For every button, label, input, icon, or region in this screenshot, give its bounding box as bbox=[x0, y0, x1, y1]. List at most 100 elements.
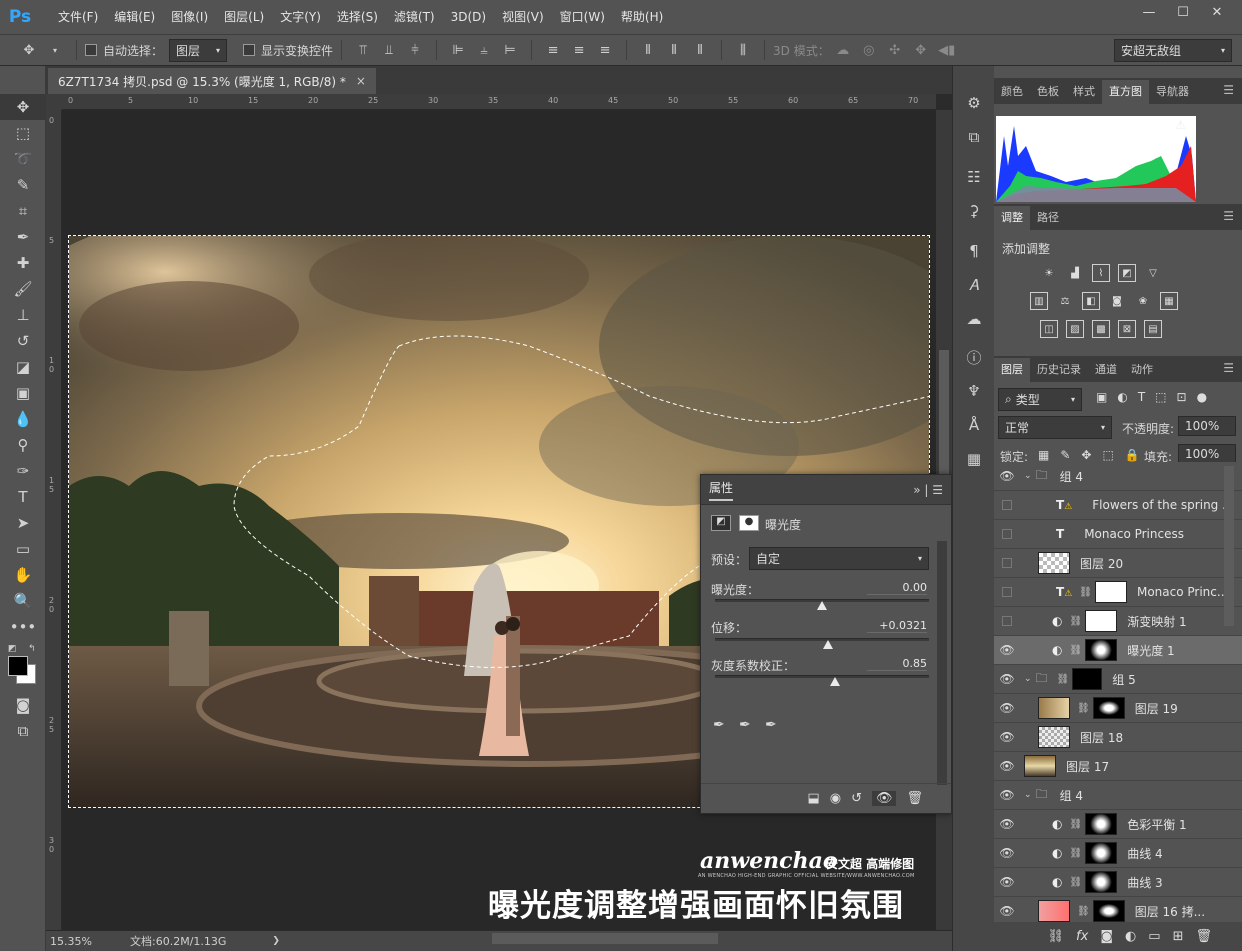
link-icon[interactable]: ⛓ bbox=[1069, 616, 1082, 627]
layer-row[interactable]: 👁 图层 17 bbox=[994, 752, 1242, 781]
panel-tab[interactable]: 样式 bbox=[1066, 80, 1102, 104]
layer-row[interactable]: 👁 ⌄ 🗀 组 4 bbox=[994, 462, 1242, 491]
view-previous-icon[interactable]: ◉ bbox=[830, 791, 841, 806]
link-icon[interactable]: ⛓ bbox=[1077, 906, 1090, 917]
distribute-right-icon[interactable]: ⦀ bbox=[691, 41, 709, 59]
eyedropper-black-icon[interactable]: ✒ bbox=[713, 717, 725, 733]
eyedropper-white-icon[interactable]: ✒ bbox=[765, 717, 777, 733]
eye-icon[interactable]: 👁 bbox=[994, 672, 1020, 686]
color-balance-icon[interactable]: ⚖ bbox=[1056, 292, 1074, 310]
menu-item[interactable]: 窗口(W) bbox=[552, 0, 613, 34]
panel-tab[interactable]: 通道 bbox=[1088, 358, 1124, 382]
mask-thumbnail[interactable] bbox=[1092, 900, 1125, 922]
auto-select-dropdown[interactable]: 图层 ▾ bbox=[169, 38, 228, 62]
menu-item[interactable]: 图像(I) bbox=[163, 0, 216, 34]
distribute-top-icon[interactable]: ≡ bbox=[544, 41, 562, 59]
glyphs-icon[interactable]: Å bbox=[953, 408, 995, 442]
panel-menu-icon[interactable]: ☰ bbox=[1223, 83, 1234, 97]
chevron-down-icon[interactable]: ⌄ bbox=[1024, 471, 1032, 481]
auto-select-checkbox[interactable] bbox=[85, 44, 97, 56]
link-icon[interactable]: ⛓ bbox=[1069, 819, 1082, 830]
lock-transparent-icon[interactable]: ▦ bbox=[1038, 448, 1049, 462]
clone-source-icon[interactable]: ⧉ bbox=[953, 120, 995, 154]
offset-slider-knob[interactable] bbox=[823, 640, 834, 649]
selective-color-icon[interactable]: ⊠ bbox=[1118, 320, 1136, 338]
align-bottom-icon[interactable]: ⫩ bbox=[406, 41, 424, 59]
close-icon[interactable]: × bbox=[356, 74, 366, 88]
panel-tab[interactable]: 图层 bbox=[994, 358, 1030, 382]
layer-row[interactable]: 👁 ◐ ⛓ 曝光度 1 bbox=[994, 636, 1242, 665]
color-lookup-icon[interactable]: ▦ bbox=[1160, 292, 1178, 310]
zoom-level[interactable]: 15.35% bbox=[50, 935, 130, 948]
tool-presets-icon[interactable]: ♆ bbox=[953, 374, 995, 408]
visibility-toggle[interactable] bbox=[1002, 529, 1012, 539]
menu-item[interactable]: 3D(D) bbox=[443, 0, 494, 34]
panel-tab[interactable]: 直方图 bbox=[1102, 80, 1149, 104]
minimize-button[interactable]: — bbox=[1132, 0, 1166, 24]
paragraph-icon[interactable]: ¶ bbox=[953, 234, 995, 268]
mask-thumbnail[interactable] bbox=[1085, 813, 1118, 835]
menu-item[interactable]: 选择(S) bbox=[329, 0, 386, 34]
gamma-value[interactable]: 0.85 bbox=[867, 657, 927, 671]
brush-tool-icon[interactable]: 🖌 bbox=[0, 276, 46, 302]
lock-artboard-icon[interactable]: ⬚ bbox=[1102, 448, 1113, 462]
eyedropper-gray-icon[interactable]: ✒ bbox=[739, 717, 751, 733]
auto-align-icon[interactable]: ⫼ bbox=[734, 41, 752, 59]
adjustments-icon[interactable]: ☷ bbox=[953, 160, 995, 194]
slide-3d-icon[interactable]: ✥ bbox=[912, 41, 930, 59]
preset-dropdown[interactable]: 自定 ▾ bbox=[749, 547, 929, 570]
posterize-icon[interactable]: ▨ bbox=[1066, 320, 1084, 338]
eye-icon[interactable]: 👁 bbox=[994, 759, 1020, 773]
filter-adjust-icon[interactable]: ◐ bbox=[1117, 390, 1127, 404]
gradient-tool-icon[interactable]: ▣ bbox=[0, 380, 46, 406]
properties-tab[interactable]: 属性 bbox=[709, 479, 734, 501]
panel-menu-icon[interactable]: » | ☰ bbox=[913, 483, 943, 497]
stamp-tool-icon[interactable]: ⊥ bbox=[0, 302, 46, 328]
panel-tab[interactable]: 动作 bbox=[1124, 358, 1160, 382]
threshold-icon[interactable]: ▩ bbox=[1092, 320, 1110, 338]
hand-tool-icon[interactable]: ✋ bbox=[0, 562, 46, 588]
gamma-slider-knob[interactable] bbox=[829, 677, 840, 686]
default-colors-icon[interactable]: ◩ bbox=[8, 644, 17, 654]
layers-scrollbar[interactable] bbox=[1224, 466, 1234, 626]
restore-button[interactable]: ☐ bbox=[1166, 0, 1200, 24]
lock-image-icon[interactable]: ✎ bbox=[1060, 448, 1070, 462]
shape-tool-icon[interactable]: ▭ bbox=[0, 536, 46, 562]
layer-row[interactable]: 👁 ◐ ⛓ 曲线 3 bbox=[994, 868, 1242, 897]
eye-icon[interactable]: 👁 bbox=[994, 788, 1020, 802]
chevron-down-icon[interactable]: ⌄ bbox=[1024, 674, 1032, 684]
orbit-3d-icon[interactable]: ☁ bbox=[834, 41, 852, 59]
eye-icon[interactable]: 👁 bbox=[994, 846, 1020, 860]
info-icon[interactable]: ⓘ bbox=[953, 340, 995, 374]
brightness-icon[interactable]: ☀ bbox=[1040, 264, 1058, 282]
distribute-bottom-icon[interactable]: ≡ bbox=[596, 41, 614, 59]
filter-shape-icon[interactable]: ⬚ bbox=[1155, 390, 1166, 404]
reset-icon[interactable]: ↺ bbox=[851, 791, 862, 806]
layer-style-icon[interactable]: fx bbox=[1076, 929, 1088, 944]
scale-3d-icon[interactable]: ◀▮ bbox=[938, 41, 956, 59]
filter-toggle-icon[interactable]: ● bbox=[1197, 390, 1207, 404]
layer-filter-dropdown[interactable]: ⌕ 类型 ▾ bbox=[998, 388, 1082, 411]
panel-tab[interactable]: 导航器 bbox=[1149, 80, 1196, 104]
align-left-icon[interactable]: ⊫ bbox=[449, 41, 467, 59]
path-select-icon[interactable]: ➤ bbox=[0, 510, 46, 536]
eye-icon[interactable]: 👁 bbox=[994, 643, 1020, 657]
visibility-toggle[interactable] bbox=[1002, 587, 1012, 597]
panel-tab[interactable]: 颜色 bbox=[994, 80, 1030, 104]
swap-colors-icon[interactable]: ↰ bbox=[28, 644, 36, 654]
layer-row[interactable]: T Monaco Princess bbox=[994, 520, 1242, 549]
menu-item[interactable]: 视图(V) bbox=[494, 0, 552, 34]
eye-icon[interactable]: 👁 bbox=[994, 730, 1020, 744]
lock-position-icon[interactable]: ✥ bbox=[1081, 448, 1091, 462]
panel-tab[interactable]: 历史记录 bbox=[1030, 358, 1088, 382]
levels-icon[interactable]: ▟ bbox=[1066, 264, 1084, 282]
exposure-adj-icon[interactable]: ◩ bbox=[1118, 264, 1136, 282]
panel-tab[interactable]: 色板 bbox=[1030, 80, 1066, 104]
gamma-slider[interactable] bbox=[715, 675, 929, 678]
layer-row[interactable]: T⚠ Flowers of the spring ... bbox=[994, 491, 1242, 520]
eraser-tool-icon[interactable]: ◪ bbox=[0, 354, 46, 380]
curves-icon[interactable]: ⌇ bbox=[1092, 264, 1110, 282]
align-vcenter-icon[interactable]: ⫫ bbox=[380, 41, 398, 59]
fill-field[interactable]: 100% bbox=[1178, 444, 1236, 464]
panel-menu-icon[interactable]: ☰ bbox=[1223, 361, 1234, 375]
